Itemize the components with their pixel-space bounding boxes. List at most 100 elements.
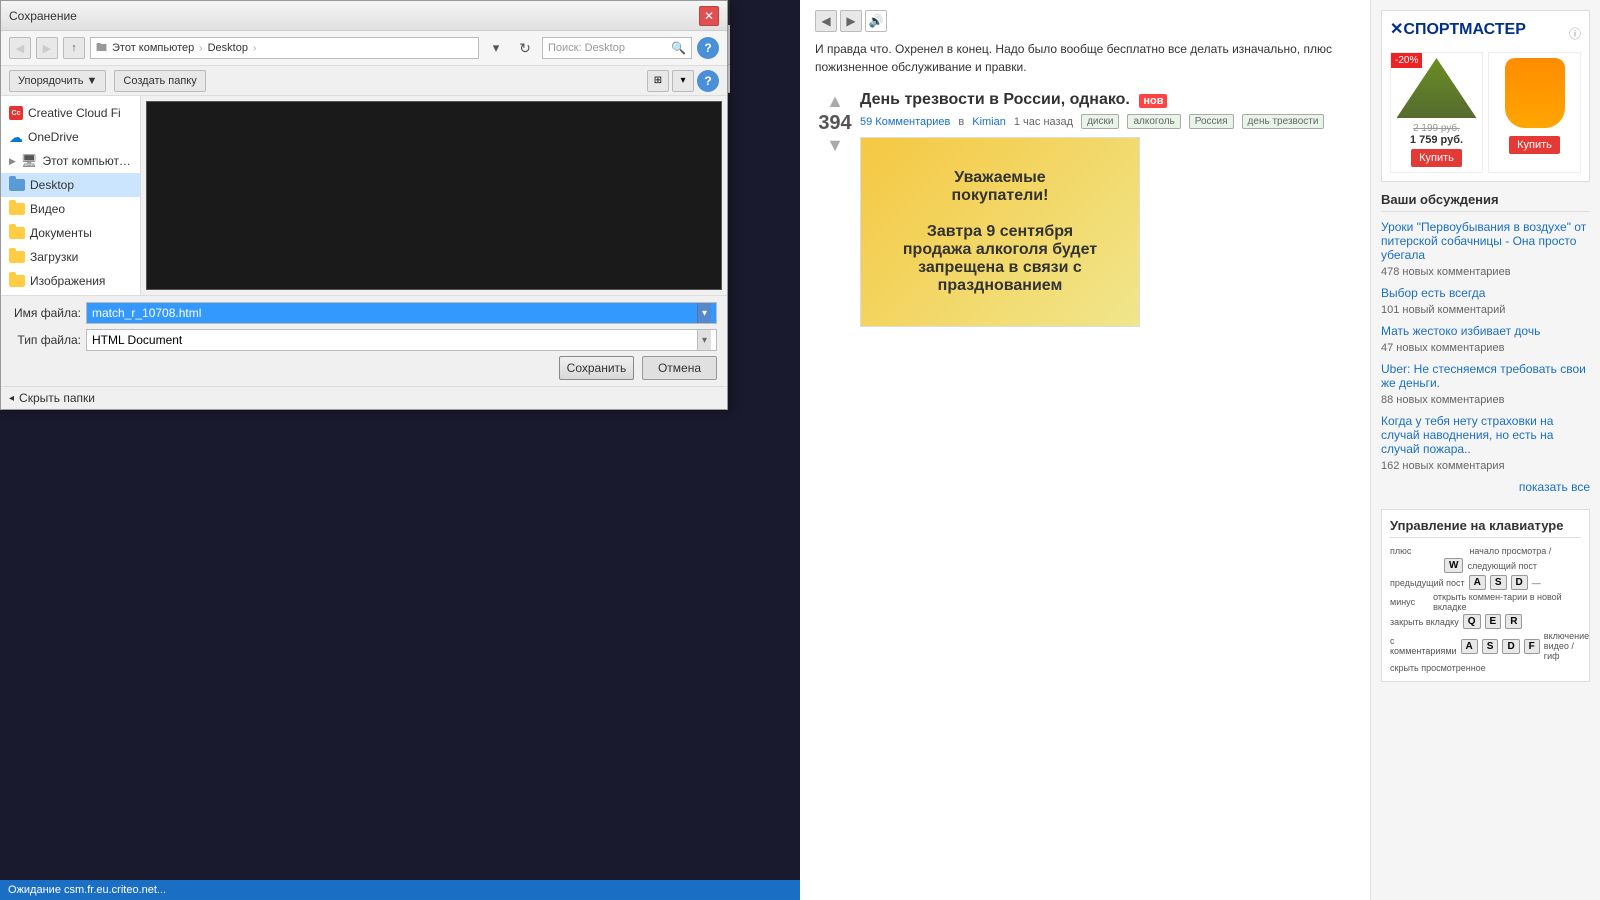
hide-folders-label: Скрыть папки: [19, 391, 95, 405]
nav-forward-btn[interactable]: ▶: [840, 10, 862, 32]
hide-folders-arrow: ◂: [9, 393, 14, 404]
sportmaster-ad: ✕СПОРТМАСТЕР ⓘ -20% 2 199 руб. 1 759 руб…: [1381, 10, 1590, 182]
tent-price-new: 1 759 руб.: [1396, 134, 1477, 146]
images-folder-icon: [9, 275, 25, 287]
tree-item-onedrive[interactable]: ☁ OneDrive: [1, 125, 140, 149]
save-btn[interactable]: Сохранить: [559, 356, 634, 380]
comments-text: И правда что. Охренел в конец. Надо было…: [815, 40, 1355, 76]
post-meta: 59 Комментариев в Kimian 1 час назад дис…: [860, 114, 1355, 129]
post-image: Уважаемыепокупатели! Завтра 9 сентября п…: [860, 137, 1140, 327]
bag-buy-btn[interactable]: Купить: [1509, 136, 1560, 154]
dialog-close-btn[interactable]: ✕: [699, 6, 719, 26]
dlg-back-btn[interactable]: ◀: [9, 37, 31, 59]
folder-icon-dlg: 🖿: [96, 39, 107, 58]
discussion-item-4: Uber: Не стесняемся требовать свои же де…: [1381, 362, 1590, 406]
nav-arrows-top: ◀ ▶ 🔊: [815, 10, 1355, 32]
discussion-count-3: 47 новых комментариев: [1381, 342, 1590, 354]
tree-item-desktop[interactable]: Desktop: [1, 173, 140, 197]
vote-down[interactable]: ▼: [826, 135, 844, 156]
dlg-address-bar[interactable]: 🖿 Этот компьютер › Desktop ›: [90, 37, 479, 59]
discussion-item-1: Уроки "Первоубывания в воздухе" от питер…: [1381, 220, 1590, 278]
dlg-help-btn[interactable]: ?: [697, 37, 719, 59]
tent-buy-btn[interactable]: Купить: [1411, 149, 1462, 167]
product-bag: Купить: [1488, 52, 1581, 173]
tree-label-computer: Этот компьютер: [42, 154, 132, 168]
dlg-view-dropdown[interactable]: ▾: [672, 70, 694, 92]
file-tree: Cc Creative Cloud Fi ☁ OneDrive ▶ 🖥 Этот…: [1, 96, 141, 295]
website-right: ◀ ▶ 🔊 И правда что. Охренел в конец. Над…: [800, 0, 1600, 900]
filetype-input[interactable]: HTML Document ▾: [86, 329, 717, 351]
show-all-link[interactable]: показать все: [1381, 480, 1590, 494]
discussion-count-5: 162 новых комментария: [1381, 460, 1590, 472]
expand-arrow-computer: ▶: [9, 156, 16, 167]
tree-item-images[interactable]: Изображения: [1, 269, 140, 293]
tree-item-video[interactable]: Видео: [1, 197, 140, 221]
tree-label-desktop: Desktop: [30, 178, 74, 192]
tag-diski[interactable]: диски: [1081, 114, 1119, 129]
dlg-search-box[interactable]: Поиск: Desktop 🔍: [542, 37, 692, 59]
filename-input[interactable]: match_r_10708.html ▾: [86, 302, 717, 324]
vote-column: ▲ 394 ▼: [815, 81, 855, 337]
key-d2: D: [1502, 639, 1519, 654]
vote-count: 394: [818, 112, 851, 135]
vote-up[interactable]: ▲: [826, 91, 844, 112]
tag-alkohol[interactable]: алкоголь: [1127, 114, 1180, 129]
product-tent: -20% 2 199 руб. 1 759 руб. Купить: [1390, 52, 1483, 173]
key-a2: A: [1461, 639, 1478, 654]
dialog-title: Сохранение: [9, 9, 77, 23]
dialog-titlebar: Сохранение ✕: [1, 1, 727, 31]
dlg-forward-btn[interactable]: ▶: [36, 37, 58, 59]
hide-folders-bar[interactable]: ◂ Скрыть папки: [1, 386, 727, 409]
tree-item-downloads[interactable]: Загрузки: [1, 245, 140, 269]
key-f: F: [1524, 639, 1540, 654]
dlg-create-folder-btn[interactable]: Создать папку: [114, 70, 205, 92]
discussions-title: Ваши обсуждения: [1381, 192, 1590, 212]
filetype-dropdown-arrow[interactable]: ▾: [697, 330, 711, 350]
tree-label-documents: Документы: [30, 226, 92, 240]
discussion-link-4[interactable]: Uber: Не стесняемся требовать свои же де…: [1381, 362, 1590, 390]
discussion-link-2[interactable]: Выбор есть всегда: [1381, 286, 1590, 300]
key-s: S: [1490, 575, 1507, 590]
tree-label-video: Видео: [30, 202, 65, 216]
tree-item-cc[interactable]: Cc Creative Cloud Fi: [1, 101, 140, 125]
keyboard-section: Управление на клавиатуре плюс начало про…: [1381, 509, 1590, 682]
tag-day[interactable]: день трезвости: [1242, 114, 1325, 129]
new-tag: нов: [1139, 94, 1167, 108]
discussion-link-1[interactable]: Уроки "Первоубывания в воздухе" от питер…: [1381, 220, 1590, 262]
comments-link[interactable]: 59 Комментариев: [860, 116, 950, 128]
cancel-btn[interactable]: Отмена: [642, 356, 717, 380]
onedrive-icon: ☁: [9, 129, 23, 146]
dlg-organize-btn[interactable]: Упорядочить ▼: [9, 70, 106, 92]
ad-info-icon[interactable]: ⓘ: [1569, 25, 1581, 42]
dlg-addr-refresh[interactable]: ↻: [513, 37, 537, 59]
nav-back-btn[interactable]: ◀: [815, 10, 837, 32]
author-link[interactable]: Kimian: [972, 116, 1006, 128]
dialog-body: Cc Creative Cloud Fi ☁ OneDrive ▶ 🖥 Этот…: [1, 96, 727, 295]
tag-russia[interactable]: Россия: [1189, 114, 1234, 129]
tree-item-documents[interactable]: Документы: [1, 221, 140, 245]
discussion-link-5[interactable]: Когда у тебя нету страховки на случай на…: [1381, 414, 1590, 456]
discussion-item-5: Когда у тебя нету страховки на случай на…: [1381, 414, 1590, 472]
docs-folder-icon: [9, 227, 25, 239]
tree-item-computer[interactable]: ▶ 🖥 Этот компьютер: [1, 149, 140, 173]
filetype-label: Тип файла:: [11, 333, 81, 347]
dlg-up-btn[interactable]: ↑: [63, 37, 85, 59]
your-discussions-section: Ваши обсуждения Уроки "Первоубывания в в…: [1381, 192, 1590, 494]
dlg-help-btn2[interactable]: ?: [697, 70, 719, 92]
filename-dropdown-arrow[interactable]: ▾: [697, 303, 711, 323]
key-d: D: [1511, 575, 1528, 590]
key-s2: S: [1482, 639, 1499, 654]
post-title: День трезвости в России, однако. нов: [860, 91, 1355, 109]
discussion-link-3[interactable]: Мать жестоко избивает дочь: [1381, 324, 1590, 338]
cc-icon: Cc: [9, 106, 23, 120]
filename-row: Имя файла: match_r_10708.html ▾: [11, 302, 717, 324]
key-w: W: [1444, 558, 1463, 573]
keyboard-title: Управление на клавиатуре: [1390, 518, 1581, 538]
filename-value: match_r_10708.html: [92, 306, 201, 320]
browser-status-bar: Ожидание csm.fr.eu.criteo.net...: [0, 880, 800, 900]
dlg-view-btn[interactable]: ⊞: [647, 70, 669, 92]
dlg-addr-dropdown[interactable]: ▾: [484, 37, 508, 59]
dialog-actions-toolbar: Упорядочить ▼ Создать папку ⊞ ▾ ?: [1, 66, 727, 96]
desktop-folder-icon: [9, 179, 25, 191]
discount-badge: -20%: [1391, 53, 1422, 68]
